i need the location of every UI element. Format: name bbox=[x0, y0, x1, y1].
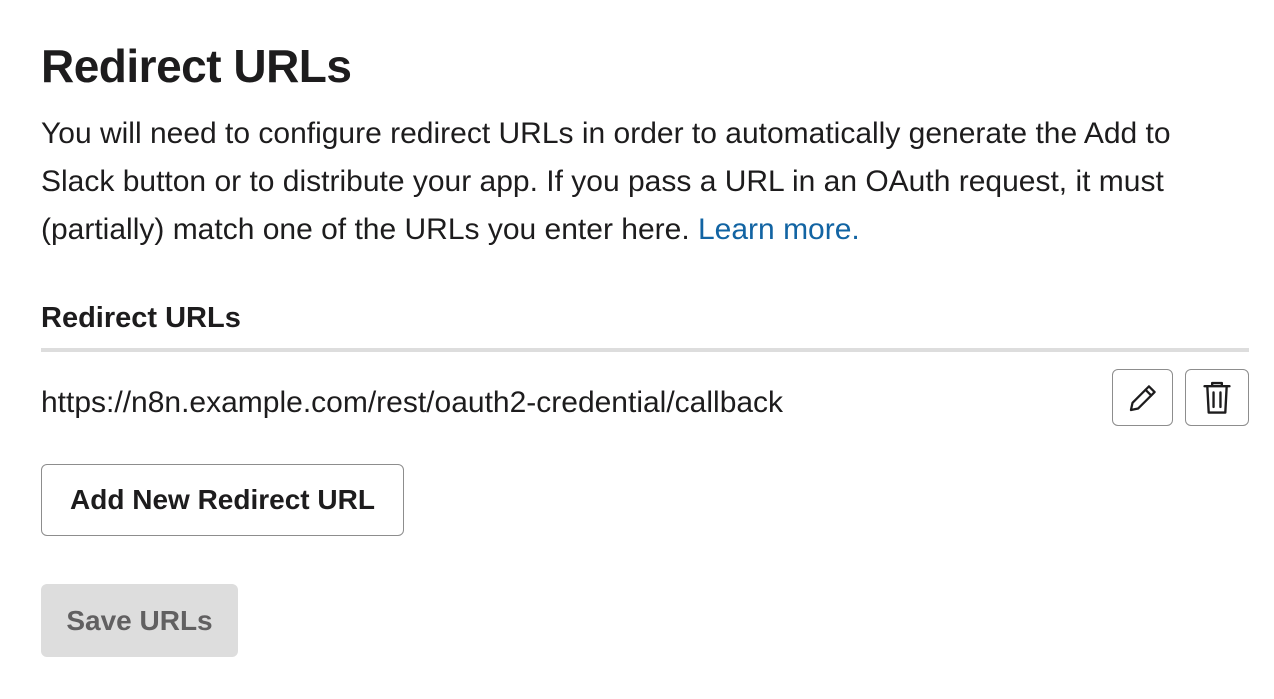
description-text: You will need to configure redirect URLs… bbox=[41, 117, 1171, 246]
redirect-urls-label: Redirect URLs bbox=[41, 302, 241, 334]
save-urls-button[interactable]: Save URLs bbox=[41, 584, 238, 657]
add-redirect-url-button[interactable]: Add New Redirect URL bbox=[41, 464, 404, 536]
redirect-url-row: https://n8n.example.com/rest/oauth2-cred… bbox=[41, 369, 1249, 429]
delete-url-button[interactable] bbox=[1185, 369, 1249, 426]
learn-more-link[interactable]: Learn more. bbox=[698, 213, 860, 246]
description: You will need to configure redirect URLs… bbox=[41, 110, 1251, 254]
divider bbox=[41, 348, 1249, 352]
page-title: Redirect URLs bbox=[41, 40, 352, 92]
trash-icon bbox=[1200, 380, 1234, 416]
edit-url-button[interactable] bbox=[1112, 369, 1173, 426]
pencil-icon bbox=[1126, 381, 1160, 415]
redirect-url-text: https://n8n.example.com/rest/oauth2-cred… bbox=[41, 386, 784, 419]
